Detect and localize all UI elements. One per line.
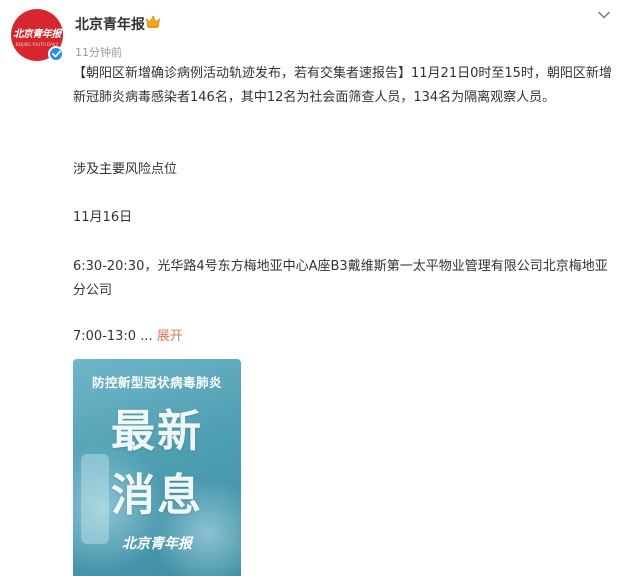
post-text-truncated: 7:00-13:0 ... 展开 [73, 325, 613, 349]
avatar[interactable]: 北京青年报 BEIJING YOUTH DAILY [11, 9, 64, 62]
post-text-location: 6:30-20:30，光华路4号东方梅地亚中心A座B3戴维斯第一太平物业管理有限… [73, 259, 608, 298]
weibo-post: 北京青年报 BEIJING YOUTH DAILY 北京青年报 11分钟前 【朝… [0, 0, 626, 576]
image-headline: 防控新型冠状病毒肺炎 [91, 375, 222, 390]
post-text-date: 11月16日 [73, 210, 133, 225]
crown-icon[interactable] [145, 15, 161, 29]
ellipsis: ... [136, 329, 157, 344]
image-big-text-line-1: 最新 [111, 406, 203, 457]
chevron-down-icon[interactable] [597, 10, 611, 20]
image-logo: 北京青年报 [122, 536, 192, 552]
avatar-logo-text: 北京青年报 [13, 29, 61, 40]
post-timestamp[interactable]: 11分钟前 [75, 44, 122, 60]
news-image[interactable]: 防控新型冠状病毒肺炎 北京青年报 [73, 359, 241, 576]
image-big-text-line-2: 消息 [111, 470, 203, 521]
expand-link[interactable]: 展开 [157, 329, 183, 344]
post-text-headline: 【朝阳区新增确诊病例活动轨迹发布，若有交集者速报告】11月21日0时至15时，朝… [73, 66, 612, 105]
verified-badge-icon [48, 46, 64, 62]
author-name[interactable]: 北京青年报 [75, 14, 145, 34]
post-text-time: 7:00-13:0 [73, 329, 137, 344]
post-text-risk-points: 涉及主要风险点位 [73, 162, 178, 177]
